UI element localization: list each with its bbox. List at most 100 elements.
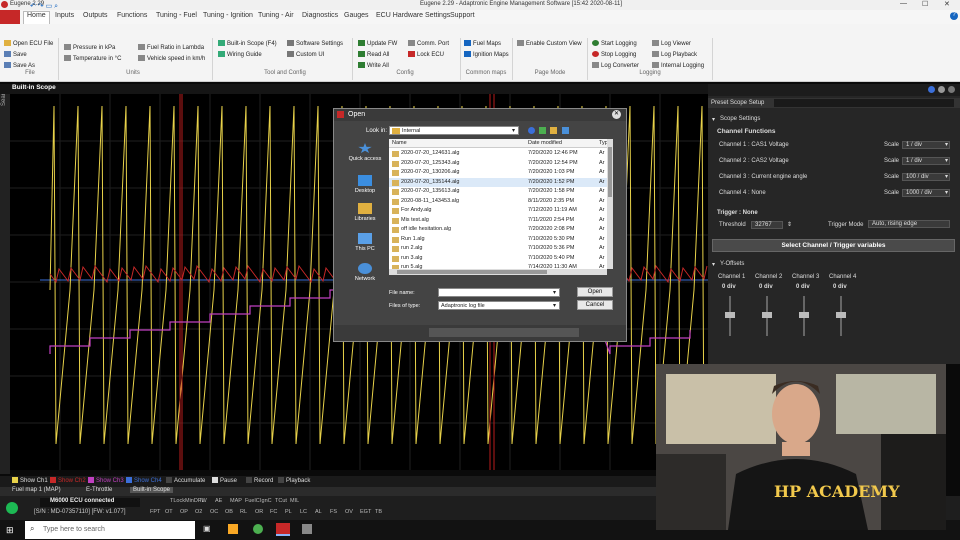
file-row[interactable]: Mis test.alg 7/11/2020 2:54 PM Ar xyxy=(389,216,607,226)
info-icon[interactable] xyxy=(928,86,935,93)
file-row[interactable]: Run 1.alg 7/10/2020 5:30 PM Ar xyxy=(389,235,607,245)
hscroll-thumb[interactable] xyxy=(397,270,547,274)
file-name-input[interactable]: ▾ xyxy=(438,288,560,297)
file-row[interactable]: 2020-08-11_143453.alg 8/11/2020 2:35 PM Ar xyxy=(389,197,607,207)
file-name-chevron-icon[interactable]: ▾ xyxy=(553,289,556,296)
back-icon[interactable] xyxy=(528,127,535,134)
look-in-select[interactable]: Internal ▾ xyxy=(389,126,519,135)
pin-icon[interactable] xyxy=(948,86,955,93)
start-logging-button[interactable]: Start Logging xyxy=(592,40,637,47)
stop-logging-button[interactable]: Stop Logging xyxy=(592,51,636,58)
file-list-hscrollbar[interactable] xyxy=(389,269,607,275)
y-offset-slider[interactable] xyxy=(762,312,772,318)
close-icon[interactable]: ✕ xyxy=(944,0,950,8)
trigger-mode-select[interactable]: Auto, rising edge xyxy=(868,220,950,228)
threshold-spinner-icon[interactable]: ⇕ xyxy=(787,221,792,228)
minimize-icon[interactable]: — xyxy=(900,0,907,7)
chrome-icon[interactable] xyxy=(253,524,263,534)
log-converter-button[interactable]: Log Converter xyxy=(592,62,639,69)
fuel-ratio-units-toggle[interactable]: Fuel Ratio in Lambda xyxy=(138,44,204,51)
file-type-chevron-icon[interactable]: ▾ xyxy=(553,302,556,309)
tab-fuel-map-1[interactable]: Fuel map 1 (MAP) xyxy=(12,487,61,493)
tab-home[interactable]: Home xyxy=(23,11,50,24)
y-offset-slider[interactable] xyxy=(836,312,846,318)
tab-built-in-scope[interactable]: Built-in Scope xyxy=(130,487,174,493)
software-settings-button[interactable]: Software Settings xyxy=(287,40,343,47)
tab-diagnostics[interactable]: Diagnostics xyxy=(302,12,338,19)
task-view-icon[interactable]: ▣ xyxy=(203,524,211,533)
tab-tuning-fuel[interactable]: Tuning - Fuel xyxy=(156,12,197,19)
pressure-units-toggle[interactable]: Pressure in kPa xyxy=(64,44,115,51)
open-ecu-file-button[interactable]: Open ECU File xyxy=(4,40,53,47)
file-row[interactable]: 2020-07-20_135613.alg 7/20/2020 1:58 PM Ar xyxy=(389,187,607,197)
maximize-icon[interactable]: ☐ xyxy=(922,0,928,8)
app-taskbar-icon[interactable] xyxy=(302,524,312,534)
scale-select[interactable]: 1000 / div ▾ xyxy=(902,189,950,197)
cancel-button[interactable]: Cancel xyxy=(577,300,613,310)
settings-icon[interactable] xyxy=(938,86,945,93)
scale-select[interactable]: 100 / div ▾ xyxy=(902,173,950,181)
place-desktop[interactable]: Desktop xyxy=(342,175,388,194)
log-viewer-button[interactable]: Log Viewer xyxy=(652,40,691,47)
file-row[interactable]: 2020-07-20_125343.alg 7/20/2020 12:54 PM A… xyxy=(389,159,607,169)
y-offset-slider[interactable] xyxy=(725,312,735,318)
write-all-button[interactable]: Write All xyxy=(358,62,389,69)
tab-functions[interactable]: Functions xyxy=(117,12,147,19)
tab-gauges[interactable]: Gauges xyxy=(344,12,369,19)
place-this-pc[interactable]: This PC xyxy=(342,233,388,252)
threshold-input[interactable]: 32767 xyxy=(751,221,783,229)
y-offsets-header[interactable]: Y-Offsets xyxy=(720,261,744,267)
enable-custom-view-button[interactable]: Enable Custom View xyxy=(517,40,582,47)
file-type-select[interactable]: Adaptronic log file ▾ xyxy=(438,301,560,310)
tab-support[interactable]: Support xyxy=(450,12,475,19)
show-ch4-checkbox[interactable]: Show Ch4 xyxy=(126,477,162,484)
tab-tuning-air[interactable]: Tuning - Air xyxy=(258,12,294,19)
save-as-button[interactable]: Save As xyxy=(4,62,35,69)
col-date[interactable]: Date modified xyxy=(528,140,562,146)
file-row[interactable]: off idle hesitation.alg 7/20/2020 2:08 PM… xyxy=(389,225,607,235)
ignition-maps-button[interactable]: Ignition Maps xyxy=(464,51,509,58)
col-type[interactable]: Typ xyxy=(599,140,607,146)
up-folder-icon[interactable] xyxy=(539,127,546,134)
wiring-guide-button[interactable]: Wiring Guide xyxy=(218,51,262,58)
y-offset-slider[interactable] xyxy=(799,312,809,318)
scale-select[interactable]: 1 / div ▾ xyxy=(902,157,950,165)
taskbar-search[interactable]: ⌕ Type here to search xyxy=(25,521,195,539)
scope-settings-header[interactable]: Scope Settings xyxy=(720,116,760,122)
new-folder-icon[interactable] xyxy=(550,127,557,134)
playback-checkbox[interactable]: Playback xyxy=(278,477,310,484)
pause-checkbox[interactable]: Pause xyxy=(212,477,237,484)
file-row[interactable]: 2020-07-20_124631.alg 7/20/2020 12:46 PM A… xyxy=(389,149,607,159)
tab-inputs[interactable]: Inputs xyxy=(55,12,74,19)
help-icon[interactable]: ? xyxy=(950,12,958,20)
collapse-yoffsets-icon[interactable]: ▾ xyxy=(712,261,715,268)
windows-start-icon[interactable]: ⊞ xyxy=(6,525,14,536)
place-libraries[interactable]: Libraries xyxy=(342,203,388,222)
tab-e-throttle[interactable]: E-Throttle xyxy=(86,487,112,493)
file-explorer-icon[interactable] xyxy=(228,524,238,534)
custom-ui-button[interactable]: Custom UI xyxy=(287,51,324,58)
col-name[interactable]: Name xyxy=(392,140,407,146)
view-menu-icon[interactable] xyxy=(562,127,569,134)
save-button[interactable]: Save xyxy=(4,51,27,58)
tab-ecu-hardware-settings[interactable]: ECU Hardware Settings xyxy=(376,12,450,19)
file-row[interactable]: 2020-07-20_135144.alg 7/20/2020 1:52 PM Ar xyxy=(389,177,607,187)
panel-title-field[interactable] xyxy=(774,99,954,107)
update-fw-button[interactable]: Update FW xyxy=(358,40,397,47)
accumulate-checkbox[interactable]: Accumulate xyxy=(166,477,205,484)
record-checkbox[interactable]: Record xyxy=(246,477,273,484)
select-channel-trigger-button[interactable]: Select Channel / Trigger variables xyxy=(712,239,955,252)
quick-access-icons[interactable]: ↶ ↷ ▭ ⌕ xyxy=(30,2,58,11)
file-row[interactable]: run 2.alg 7/10/2020 5:36 PM Ar xyxy=(389,244,607,254)
log-playback-button[interactable]: Log Playback xyxy=(652,51,697,58)
place-network[interactable]: Network xyxy=(342,263,388,282)
built-in-scope-button[interactable]: Built-in Scope (F4) xyxy=(218,40,277,47)
internal-logging-button[interactable]: Internal Logging xyxy=(652,62,704,69)
place-quick-access[interactable]: Quick access xyxy=(342,143,388,162)
fuel-maps-button[interactable]: Fuel Maps xyxy=(464,40,501,47)
vscroll-thumb[interactable] xyxy=(608,147,612,197)
speed-units-toggle[interactable]: Vehicle speed in km/h xyxy=(138,55,205,62)
collapse-icon[interactable]: ▾ xyxy=(712,116,715,123)
tab-outputs[interactable]: Outputs xyxy=(83,12,108,19)
lock-ecu-button[interactable]: Lock ECU xyxy=(408,51,444,58)
